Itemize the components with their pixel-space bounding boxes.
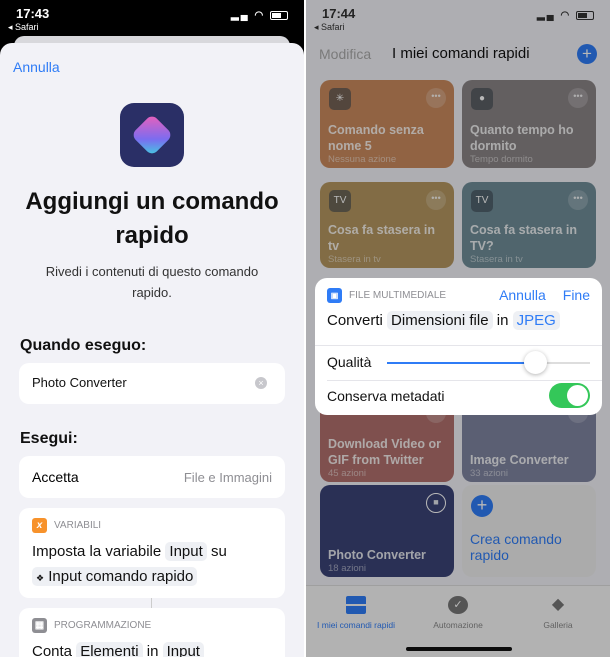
divider xyxy=(327,380,602,381)
add-shortcut-sheet: Annulla Aggiungi un comando rapido Rived… xyxy=(0,43,304,657)
when-label: Quando eseguo: xyxy=(20,337,147,354)
file-size-pill[interactable]: Dimensioni file xyxy=(387,311,493,330)
accept-label: Accetta xyxy=(32,469,79,485)
action-category: x VARIABILI xyxy=(32,518,272,533)
format-pill[interactable]: JPEG xyxy=(512,311,560,330)
left-screen: 17:43 ◂ Safari ▂▄ ◠ Annulla Aggiungi un … xyxy=(0,0,304,657)
shortcut-name-input[interactable]: Photo Converter × xyxy=(19,363,285,404)
slider-thumb[interactable] xyxy=(524,351,548,374)
action-text-2: su xyxy=(210,543,227,560)
in-label: in xyxy=(496,312,509,329)
status-time: 17:43 xyxy=(16,6,50,21)
action-text-1: Conta xyxy=(32,643,73,657)
popup-header: ▣ FILE MULTIMEDIALE Annulla Fine xyxy=(327,287,590,303)
shortcut-input-pill[interactable]: ❖ Input comando rapido xyxy=(32,567,198,586)
action-text-1: Imposta la variabile xyxy=(32,543,162,560)
category-label: FILE MULTIMEDIALE xyxy=(349,289,447,301)
connector xyxy=(151,598,152,608)
popup-done-button[interactable]: Fine xyxy=(563,287,590,303)
input-pill[interactable]: Input xyxy=(162,642,204,657)
action-card-set-variable[interactable]: x VARIABILI Imposta la variabile Input su… xyxy=(19,508,285,598)
action-card-count[interactable]: ▦ PROGRAMMAZIONE Conta Elementi in Input xyxy=(19,608,285,657)
category-label: PROGRAMMAZIONE xyxy=(54,620,152,631)
popup-cancel-button[interactable]: Annulla xyxy=(499,287,546,303)
accept-value: File e Immagini xyxy=(183,470,272,485)
status-icons: ▂▄ ◠ xyxy=(231,10,288,21)
action-config-popup: ▣ FILE MULTIMEDIALE Annulla Fine Convert… xyxy=(315,278,602,415)
clear-icon[interactable]: × xyxy=(255,377,267,389)
metadata-label: Conserva metadati xyxy=(327,388,445,404)
action-text-2: in xyxy=(146,643,159,657)
slider-fill xyxy=(387,362,536,364)
back-to-safari[interactable]: ◂ Safari xyxy=(8,22,39,33)
panel-divider xyxy=(304,0,306,657)
right-screen: 17:44 ◂ Safari ▂▄ ◠ Modifica I miei coma… xyxy=(306,0,610,657)
media-icon: ▣ xyxy=(327,287,342,303)
metadata-toggle[interactable] xyxy=(549,383,590,408)
action-category: ▦ PROGRAMMAZIONE xyxy=(32,618,272,633)
accept-card[interactable]: Accetta File e Immagini xyxy=(19,456,285,498)
shortcut-name-value: Photo Converter xyxy=(32,375,127,390)
cancel-button[interactable]: Annulla xyxy=(13,59,60,75)
variable-icon: x xyxy=(32,518,47,533)
quality-row: Qualità xyxy=(327,351,590,374)
convert-row: Converti Dimensioni file in JPEG xyxy=(327,311,590,330)
shortcut-glyph-icon: ❖ xyxy=(36,573,45,583)
shortcuts-app-icon xyxy=(120,103,184,167)
pill-label: Input comando rapido xyxy=(48,568,194,585)
category-label: VARIABILI xyxy=(54,520,102,531)
items-pill[interactable]: Elementi xyxy=(76,642,143,657)
status-bar: 17:43 ◂ Safari ▂▄ ◠ xyxy=(0,0,304,40)
action-text: Imposta la variabile Input su ❖ Input com… xyxy=(32,539,272,591)
convert-label: Converti xyxy=(327,312,383,329)
action-text: Conta Elementi in Input xyxy=(32,639,272,657)
variable-pill[interactable]: Input xyxy=(165,542,207,561)
battery-icon xyxy=(270,10,288,20)
page-title: Aggiungi un comando rapido xyxy=(25,188,279,249)
divider xyxy=(315,345,602,346)
page-subtitle: Rivedi i contenuti di questo comando rap… xyxy=(45,264,259,300)
metadata-row: Conserva metadati xyxy=(327,383,590,408)
quality-slider[interactable] xyxy=(387,351,590,374)
run-label: Esegui: xyxy=(20,430,78,447)
calculator-icon: ▦ xyxy=(32,618,47,633)
quality-label: Qualità xyxy=(327,354,372,370)
